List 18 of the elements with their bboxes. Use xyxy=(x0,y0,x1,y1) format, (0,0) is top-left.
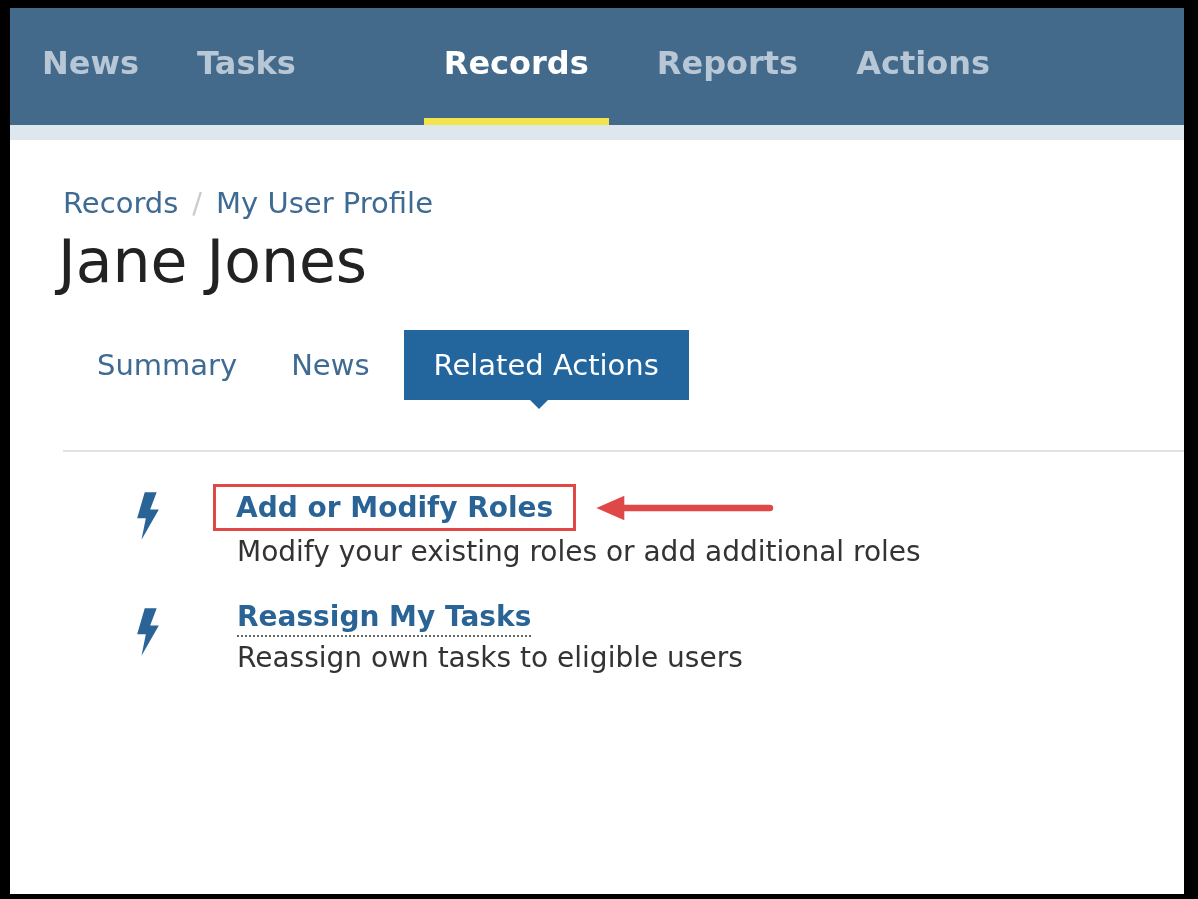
nav-tab[interactable]: Reports xyxy=(646,8,809,125)
breadcrumb-link[interactable]: Records xyxy=(63,186,179,220)
action-description: Reassign own tasks to eligible users xyxy=(237,641,743,674)
action-link[interactable]: Add or Modify Roles xyxy=(213,484,577,531)
action-description: Modify your existing roles or add additional roles xyxy=(237,535,921,568)
nav-tab[interactable]: Tasks xyxy=(187,8,306,125)
tab-pointer-icon xyxy=(530,400,549,409)
breadcrumb-separator: / xyxy=(192,186,203,220)
action-link[interactable]: Reassign My Tasks xyxy=(237,600,532,637)
lightning-bolt-icon xyxy=(135,608,161,656)
tab[interactable]: Summary xyxy=(77,330,258,400)
nav-tab[interactable]: Records xyxy=(423,8,609,125)
nav-tab[interactable]: Actions xyxy=(846,8,1000,125)
nav-tab[interactable]: News xyxy=(32,8,150,125)
tab[interactable]: Related Actions xyxy=(403,330,689,400)
tab[interactable]: News xyxy=(271,330,390,400)
lightning-bolt-icon xyxy=(135,492,161,540)
breadcrumb-link[interactable]: My User Profile xyxy=(216,186,433,220)
